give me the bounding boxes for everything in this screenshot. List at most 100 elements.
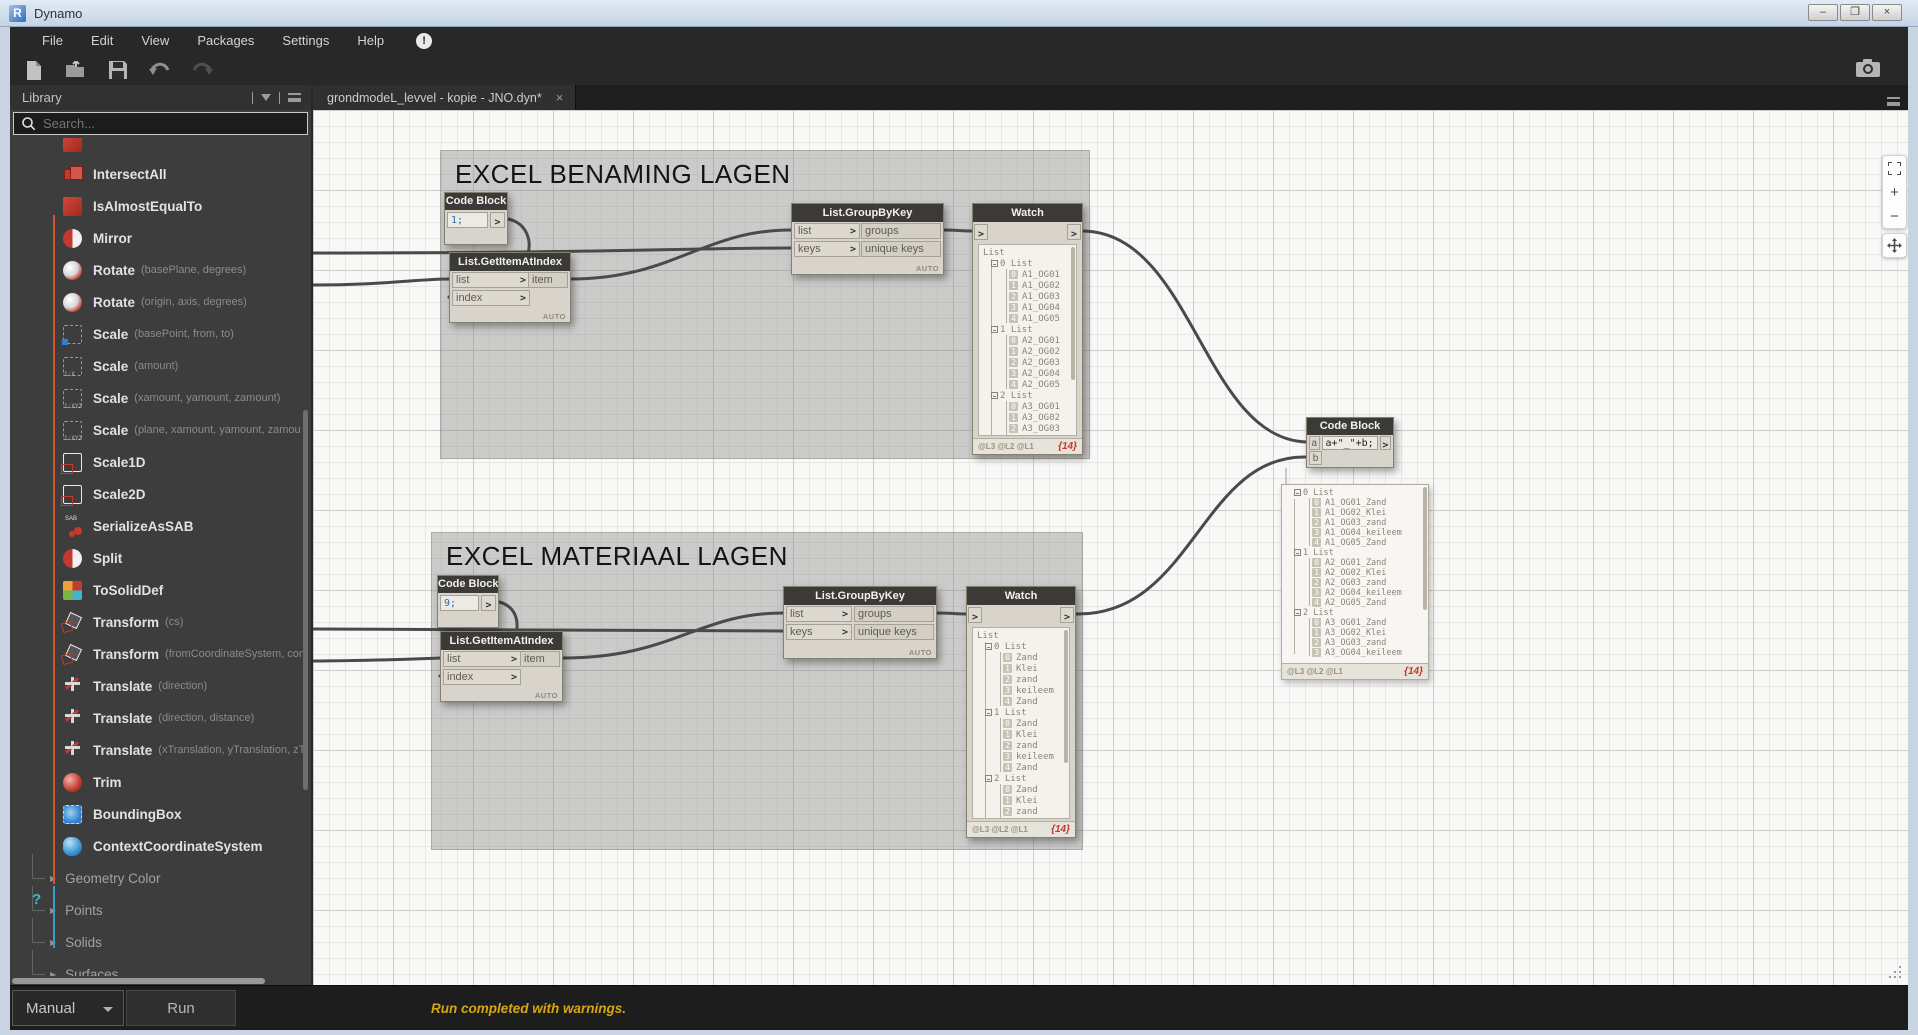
code-input[interactable]: a+"_"+b; bbox=[1321, 436, 1378, 450]
library-item-contextcoordinatesystem[interactable]: ContextCoordinateSystem bbox=[10, 830, 311, 862]
output-port-item[interactable]: item bbox=[528, 272, 568, 288]
node-title[interactable]: List.GroupByKey bbox=[784, 587, 936, 605]
menu-item-view[interactable]: View bbox=[127, 27, 183, 55]
list-group-header[interactable]: 2 List bbox=[977, 774, 1069, 785]
input-port-list[interactable]: list > bbox=[794, 223, 860, 239]
menu-item-file[interactable]: File bbox=[28, 27, 77, 55]
watch-output-port[interactable]: > bbox=[1060, 607, 1074, 623]
watch-output-port[interactable]: > bbox=[1067, 224, 1081, 240]
minimize-button[interactable]: – bbox=[1808, 4, 1838, 21]
watch-node-bottom[interactable]: Watch > > List 0 List 0 Zand 1 Klei 2 zand 3 keil… bbox=[966, 586, 1076, 838]
collapse-icon[interactable] bbox=[991, 260, 998, 267]
search-input[interactable] bbox=[41, 115, 271, 132]
library-category-surfaces[interactable]: ▶ Surfaces bbox=[10, 950, 311, 976]
output-port-groups[interactable]: groups bbox=[861, 223, 941, 239]
library-item-intersectall[interactable]: IntersectAll bbox=[10, 158, 311, 190]
tab-grondmodel[interactable]: grondmodeL_levvel - kopie - JNO.dyn* × bbox=[313, 85, 577, 110]
code-input[interactable]: 1; bbox=[447, 212, 488, 228]
lacing-badge[interactable]: AUTO bbox=[916, 264, 939, 273]
collapse-icon[interactable] bbox=[991, 326, 998, 333]
collapse-icon[interactable] bbox=[1294, 609, 1301, 616]
code-block-node-concat[interactable]: Code Block a a+"_"+b; > b bbox=[1306, 417, 1394, 468]
collapse-icon[interactable] bbox=[985, 643, 992, 650]
output-port-groups[interactable]: groups bbox=[854, 606, 934, 622]
redo-button[interactable] bbox=[190, 59, 214, 81]
input-port-index[interactable]: index > bbox=[443, 669, 521, 685]
maximize-button[interactable]: ❐ bbox=[1840, 4, 1870, 21]
node-title[interactable]: Watch bbox=[973, 204, 1082, 222]
library-item-scale1d[interactable]: Scale1D bbox=[10, 446, 311, 478]
node-title[interactable]: List.GetItemAtIndex bbox=[441, 632, 562, 650]
resize-grip[interactable] bbox=[1889, 966, 1903, 980]
library-item-isalmostequalto[interactable]: IsAlmostEqualTo bbox=[10, 190, 311, 222]
library-search[interactable] bbox=[13, 112, 308, 135]
output-port[interactable]: > bbox=[481, 595, 496, 611]
input-port-list[interactable]: list > bbox=[443, 651, 521, 667]
code-block-node-bottom[interactable]: Code Block 9; > bbox=[437, 575, 499, 628]
library-item-rotate[interactable]: Rotate (origin, axis, degrees) bbox=[10, 286, 311, 318]
list-group-header[interactable]: 0 List bbox=[977, 642, 1069, 653]
library-item-scale2d[interactable]: Scale2D bbox=[10, 478, 311, 510]
zoom-out-button[interactable]: − bbox=[1883, 204, 1906, 228]
library-horizontal-scrollbar[interactable] bbox=[12, 978, 265, 984]
input-port-index[interactable]: index > bbox=[452, 290, 530, 306]
group-title[interactable]: EXCEL MATERIAAL LAGEN bbox=[432, 533, 1082, 572]
menu-item-help[interactable]: Help bbox=[343, 27, 398, 55]
lacing-badge[interactable]: AUTO bbox=[535, 691, 558, 700]
watch-input-port[interactable]: > bbox=[974, 224, 988, 240]
notifications-icon[interactable]: ! bbox=[416, 33, 433, 49]
library-item-transform[interactable]: Transform (cs) bbox=[10, 606, 311, 638]
tab-close-icon[interactable]: × bbox=[556, 90, 564, 105]
lacing-badge[interactable]: AUTO bbox=[909, 648, 932, 657]
output-port[interactable]: > bbox=[490, 212, 505, 228]
node-title[interactable]: Watch bbox=[967, 587, 1075, 605]
fit-view-button[interactable] bbox=[1883, 156, 1906, 180]
code-block-node-top[interactable]: Code Block 1; > bbox=[444, 192, 508, 245]
watch-scrollbar[interactable] bbox=[1064, 630, 1068, 763]
list-levels-label[interactable]: @L3 @L2 @L1 bbox=[978, 442, 1034, 451]
close-button[interactable]: × bbox=[1872, 4, 1902, 21]
open-button[interactable] bbox=[64, 59, 88, 81]
collapse-icon[interactable] bbox=[991, 392, 998, 399]
library-item-rotate[interactable]: Rotate (basePlane, degrees) bbox=[10, 254, 311, 286]
list-group-header[interactable]: 1 List bbox=[983, 325, 1076, 336]
export-image-button[interactable] bbox=[1856, 59, 1880, 82]
input-port-list[interactable]: list > bbox=[786, 606, 852, 622]
run-button[interactable]: Run bbox=[126, 990, 236, 1026]
wire[interactable] bbox=[313, 277, 451, 287]
library-item-scale[interactable]: 1:X Scale (amount) bbox=[10, 350, 311, 382]
library-category-geometry-color[interactable]: ▶Geometry Color bbox=[10, 854, 311, 894]
library-item-scale[interactable]: 1:XYZ Scale (xamount, yamount, zamount) bbox=[10, 382, 311, 414]
data-preview-panel[interactable]: 0 List 0 A1_OG01_Zand 1 A1_OG02_Klei 2 A1_OG03… bbox=[1281, 484, 1429, 680]
list-group-header[interactable]: 0 List bbox=[1286, 488, 1428, 498]
wire[interactable] bbox=[1074, 455, 1308, 616]
list-group-header[interactable]: 2 List bbox=[983, 391, 1076, 402]
preview-scrollbar[interactable] bbox=[1423, 487, 1427, 611]
input-port-keys[interactable]: keys > bbox=[786, 624, 852, 640]
list-group-header[interactable]: 2 List bbox=[1286, 608, 1428, 618]
input-port-keys[interactable]: keys > bbox=[794, 241, 860, 257]
output-port-unique-keys[interactable]: unique keys bbox=[861, 241, 941, 257]
list-levels-label[interactable]: @L3 @L2 @L1 bbox=[1287, 667, 1343, 676]
collapse-icon[interactable] bbox=[1294, 549, 1301, 556]
output-port-unique-keys[interactable]: unique keys bbox=[854, 624, 934, 640]
library-item-transform[interactable]: Transform (fromCoordinateSystem, con bbox=[10, 638, 311, 670]
pan-button[interactable] bbox=[1882, 233, 1907, 258]
list-group-header[interactable]: 1 List bbox=[1286, 548, 1428, 558]
library-vertical-scrollbar[interactable] bbox=[303, 410, 308, 790]
library-item-mirror[interactable]: Mirror bbox=[10, 222, 311, 254]
group-by-key-node-bottom[interactable]: List.GroupByKey list > keys > groups uniqu… bbox=[783, 586, 937, 659]
group-by-key-node-top[interactable]: List.GroupByKey list > keys > groups uniqu… bbox=[791, 203, 944, 275]
library-item-clipped[interactable] bbox=[10, 138, 311, 158]
watch-node-top[interactable]: Watch > > List 0 List 0 A1_OG01 1 A1_OG02 2 A1_… bbox=[972, 203, 1083, 455]
zoom-in-button[interactable]: + bbox=[1883, 180, 1906, 204]
list-group-header[interactable]: 1 List bbox=[977, 708, 1069, 719]
library-item-translate[interactable]: Translate (direction, distance) bbox=[10, 702, 311, 734]
library-item-boundingbox[interactable]: BoundingBox bbox=[10, 798, 311, 830]
menu-item-settings[interactable]: Settings bbox=[268, 27, 343, 55]
menu-item-packages[interactable]: Packages bbox=[183, 27, 268, 55]
menu-item-edit[interactable]: Edit bbox=[77, 27, 127, 55]
library-item-translate[interactable]: Translate (direction) bbox=[10, 670, 311, 702]
group-title[interactable]: EXCEL BENAMING LAGEN bbox=[441, 151, 1089, 190]
library-item-serializeassab[interactable]: SerializeAsSAB bbox=[10, 510, 311, 542]
